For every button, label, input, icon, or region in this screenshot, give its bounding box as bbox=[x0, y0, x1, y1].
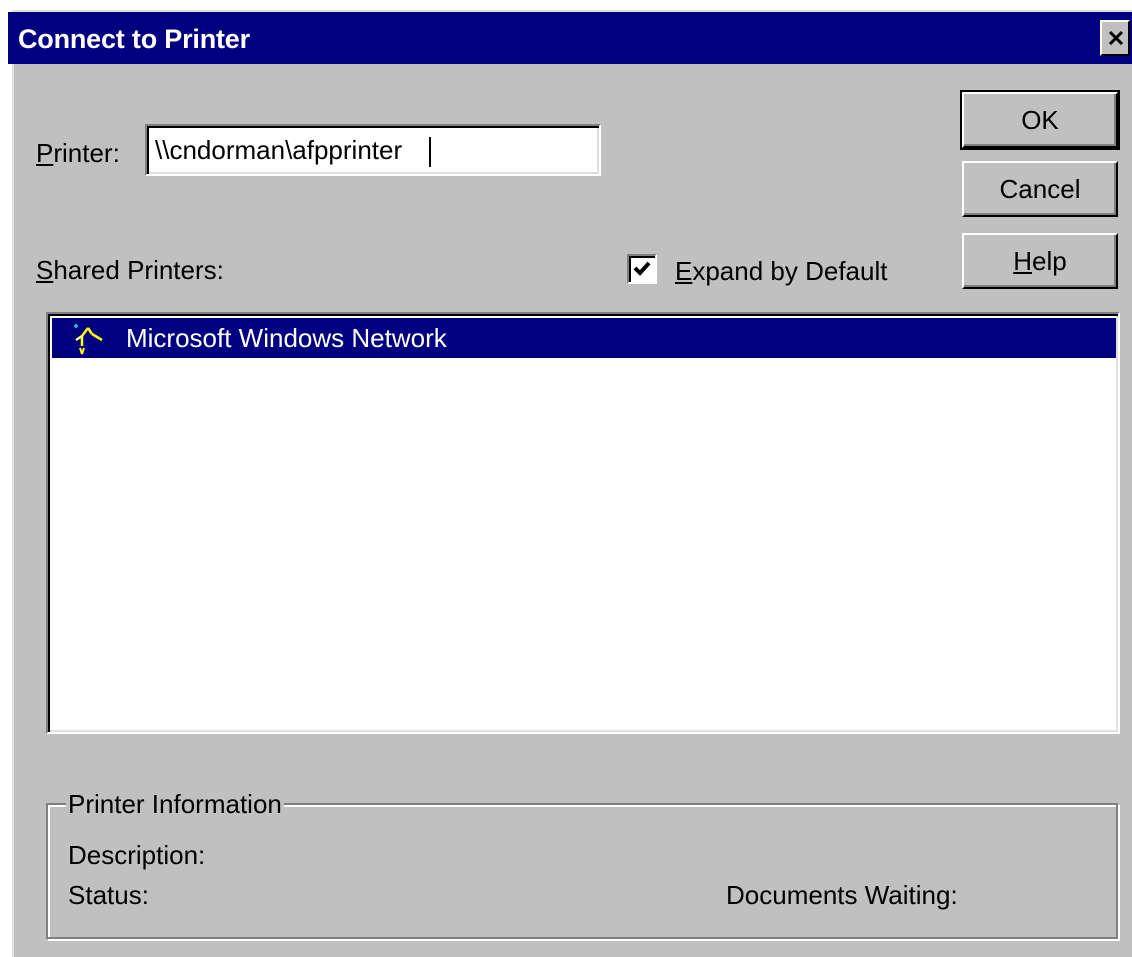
checkmark-icon bbox=[633, 261, 651, 276]
description-label: Description: bbox=[68, 840, 206, 870]
help-button[interactable]: Help bbox=[962, 233, 1118, 289]
shared-printers-accelerator: S bbox=[36, 255, 54, 285]
expand-by-default-checkbox[interactable] bbox=[627, 254, 657, 284]
status-label: Status: bbox=[68, 880, 149, 910]
list-item-label: Microsoft Windows Network bbox=[126, 323, 447, 353]
printer-label-rest: rinter: bbox=[53, 138, 120, 168]
ok-button[interactable]: OK bbox=[960, 90, 1120, 150]
window-title: Connect to Printer bbox=[18, 24, 250, 54]
printer-label: Printer: bbox=[36, 138, 120, 168]
cancel-button[interactable]: Cancel bbox=[962, 161, 1118, 217]
list-item-microsoft-windows-network[interactable]: Microsoft Windows Network bbox=[52, 318, 1116, 358]
shared-printers-label: Shared Printers: bbox=[36, 255, 224, 285]
title-bar[interactable]: Connect to Printer bbox=[8, 12, 1132, 64]
expand-by-default-label[interactable]: Expand by Default bbox=[675, 256, 887, 286]
text-caret bbox=[429, 137, 431, 167]
printer-information-legend: Printer Information bbox=[66, 789, 284, 819]
shared-printers-label-rest: hared Printers: bbox=[53, 255, 224, 285]
network-icon bbox=[74, 324, 103, 355]
help-button-rest: elp bbox=[1032, 246, 1067, 276]
close-icon bbox=[1108, 30, 1124, 46]
shared-printers-list[interactable]: Microsoft Windows Network bbox=[46, 312, 1120, 734]
help-button-accelerator: H bbox=[1013, 246, 1033, 276]
printer-input[interactable] bbox=[145, 124, 601, 176]
documents-waiting-label: Documents Waiting: bbox=[726, 880, 958, 910]
expand-by-default-label-rest: xpand by Default bbox=[692, 256, 888, 286]
expand-by-default-accelerator: E bbox=[675, 256, 693, 286]
printer-label-accelerator: P bbox=[36, 138, 54, 168]
close-button[interactable] bbox=[1100, 20, 1130, 56]
printer-information-group bbox=[46, 803, 1118, 939]
